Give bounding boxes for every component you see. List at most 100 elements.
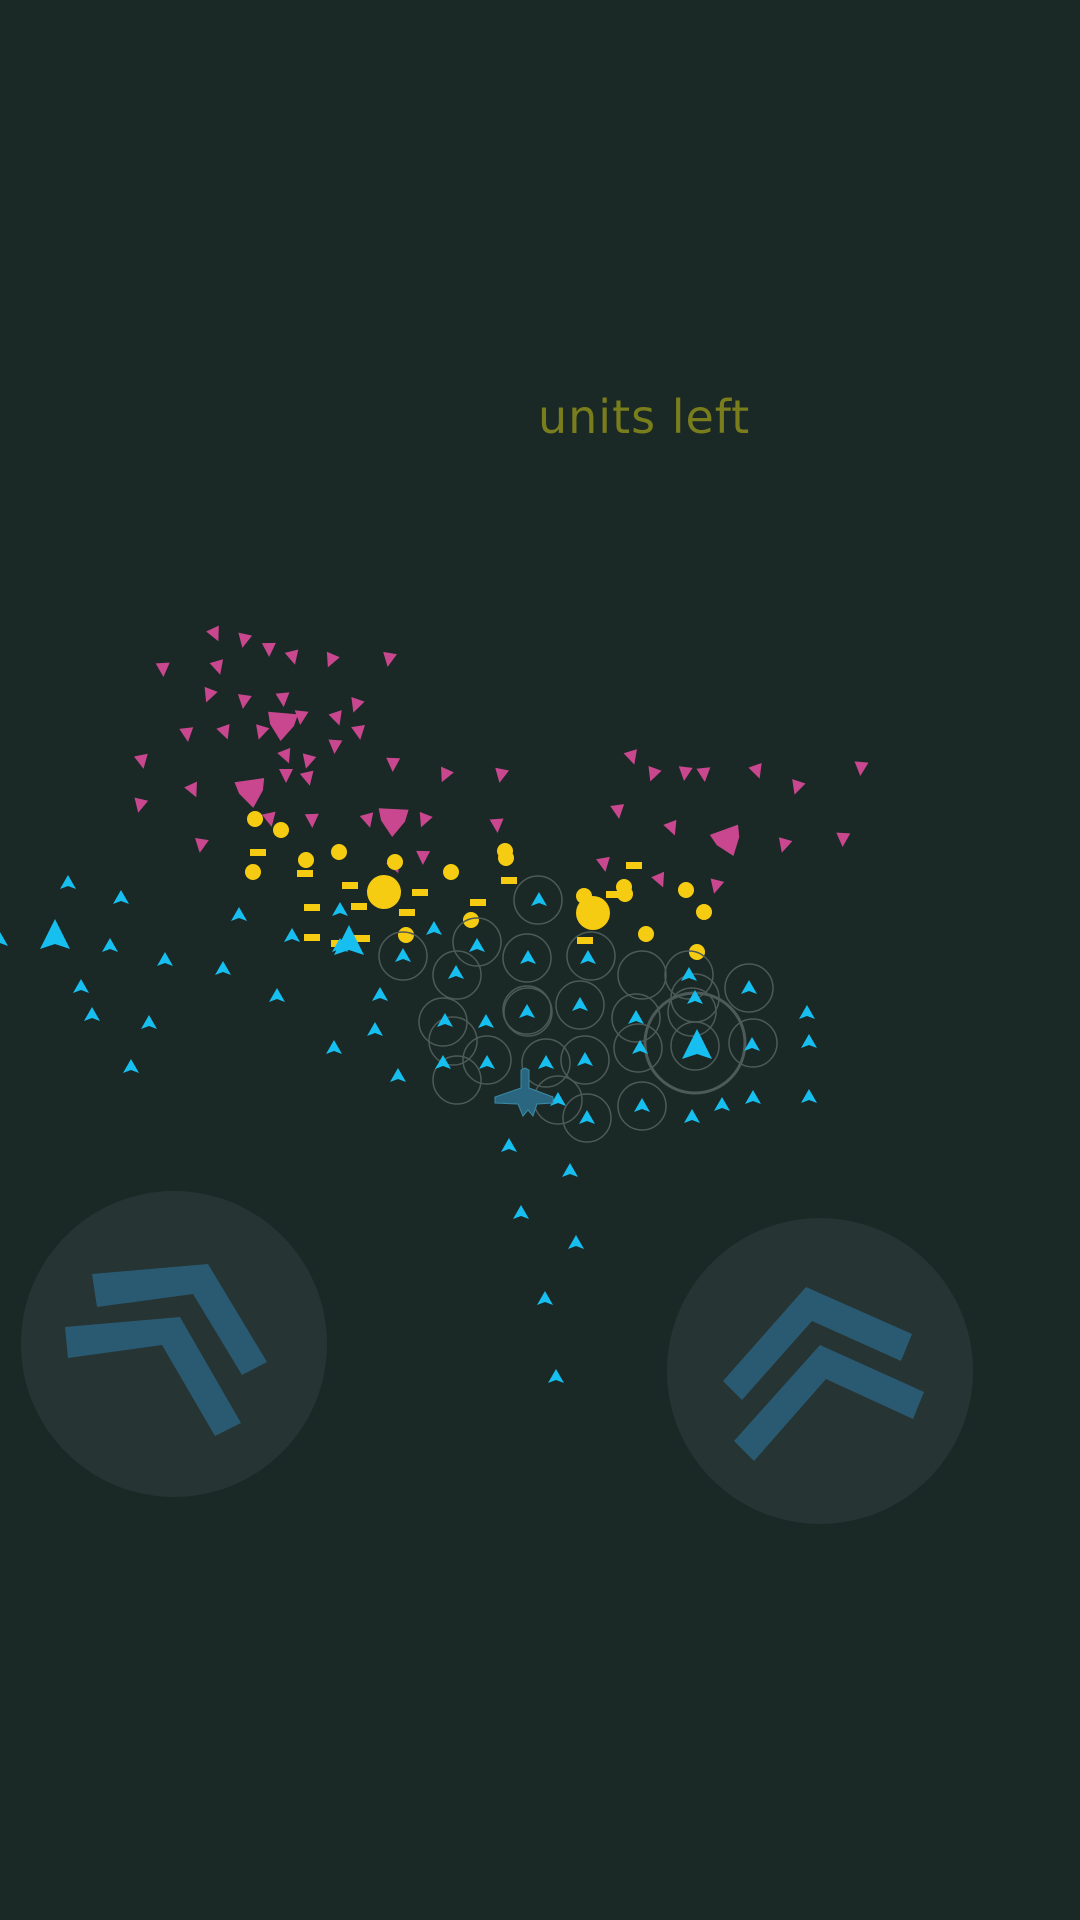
friendly-unit (562, 1163, 578, 1177)
guard-ring (428, 1016, 478, 1066)
enemy-unit (284, 649, 299, 665)
enemy-unit (238, 632, 253, 648)
enemy-unit (778, 837, 793, 853)
gold-coin (498, 850, 514, 866)
friendly-unit (113, 890, 129, 904)
friendly-unit (141, 1015, 157, 1029)
guard-ring (617, 950, 667, 1000)
gold-coin-large (576, 896, 610, 930)
gold-chip (304, 904, 320, 911)
enemy-large-unit (709, 824, 740, 857)
enemy-unit (489, 818, 504, 833)
gold-coin (678, 882, 694, 898)
friendly-unit (448, 965, 464, 979)
friendly-unit (548, 1369, 564, 1383)
friendly-unit (102, 938, 118, 952)
enemy-unit (678, 766, 693, 781)
friendly-unit (634, 1098, 650, 1112)
enemy-large-unit (268, 711, 298, 741)
gold-coin (398, 927, 414, 943)
enemy-unit (351, 724, 365, 740)
friendly-unit (395, 948, 411, 962)
friendly-unit (741, 980, 757, 994)
enemy-unit (748, 763, 762, 779)
gold-coin (298, 852, 314, 868)
gold-chip (351, 903, 367, 910)
friendly-unit (531, 892, 547, 906)
friendly-large-unit (682, 1029, 712, 1059)
friendly-unit (284, 928, 300, 942)
gold-coin (463, 912, 479, 928)
enemy-large-unit (234, 778, 265, 808)
friendly-unit (628, 1010, 644, 1024)
enemy-unit (441, 766, 454, 783)
enemy-unit (279, 769, 293, 783)
friendly-unit (684, 1109, 700, 1123)
friendly-unit (501, 1138, 517, 1152)
friendly-unit (513, 1205, 529, 1219)
gold-chip (297, 870, 313, 877)
enemy-unit (304, 813, 319, 828)
friendly-unit (215, 961, 231, 975)
enemy-unit (836, 832, 851, 847)
enemy-unit (328, 739, 343, 754)
enemy-unit (155, 662, 170, 677)
friendly-unit (519, 1004, 535, 1018)
enemy-unit (237, 694, 252, 709)
friendly-unit (577, 1052, 593, 1066)
enemy-unit (326, 651, 340, 668)
enemy-unit (854, 761, 869, 776)
gold-chip (250, 849, 266, 856)
enemy-unit (179, 727, 194, 742)
enemy-unit (651, 871, 665, 888)
gold-chip (304, 934, 320, 941)
friendly-unit (269, 988, 285, 1002)
enemy-unit (206, 625, 219, 642)
enemy-unit (209, 659, 224, 675)
game-stage: units left (0, 0, 1080, 1920)
enemy-unit (610, 804, 625, 819)
gold-chip (342, 882, 358, 889)
gold-chip (470, 899, 486, 906)
enemy-unit (383, 651, 397, 667)
friendly-unit (579, 1110, 595, 1124)
enemy-unit (134, 797, 149, 813)
friendly-unit (537, 1291, 553, 1305)
gold-chip (606, 891, 622, 898)
enemy-unit (416, 850, 431, 865)
friendly-unit (520, 950, 536, 964)
friendly-unit (568, 1235, 584, 1249)
friendly-unit (123, 1059, 139, 1073)
gold-coin (387, 854, 403, 870)
friendly-unit (801, 1089, 817, 1103)
friendly-large-unit (40, 919, 70, 949)
friendly-unit (84, 1007, 100, 1021)
enemy-unit (133, 753, 148, 769)
enemy-unit (277, 747, 291, 764)
enemy-unit (623, 749, 637, 765)
status-text: units left (538, 390, 751, 444)
friendly-unit (231, 907, 247, 921)
steer-left-button[interactable] (20, 1190, 328, 1498)
gold-coin (245, 864, 261, 880)
enemy-unit (256, 724, 270, 740)
friendly-unit (437, 1013, 453, 1027)
friendly-unit (60, 875, 76, 889)
enemy-unit (710, 878, 725, 894)
enemy-unit (596, 856, 610, 872)
enemy-unit (419, 811, 433, 828)
friendly-unit (332, 902, 348, 916)
enemy-unit (328, 710, 342, 726)
enemy-unit (275, 692, 290, 707)
enemy-unit (351, 697, 365, 713)
gold-coin-large (367, 875, 401, 909)
friendly-unit (538, 1055, 554, 1069)
enemy-unit (359, 812, 374, 828)
gold-coin (331, 844, 347, 860)
steer-right-button[interactable] (666, 1217, 974, 1525)
friendly-unit (714, 1097, 730, 1111)
enemy-unit (386, 757, 401, 772)
gold-coin (443, 864, 459, 880)
gold-chip (501, 877, 517, 884)
enemy-unit (216, 723, 230, 740)
